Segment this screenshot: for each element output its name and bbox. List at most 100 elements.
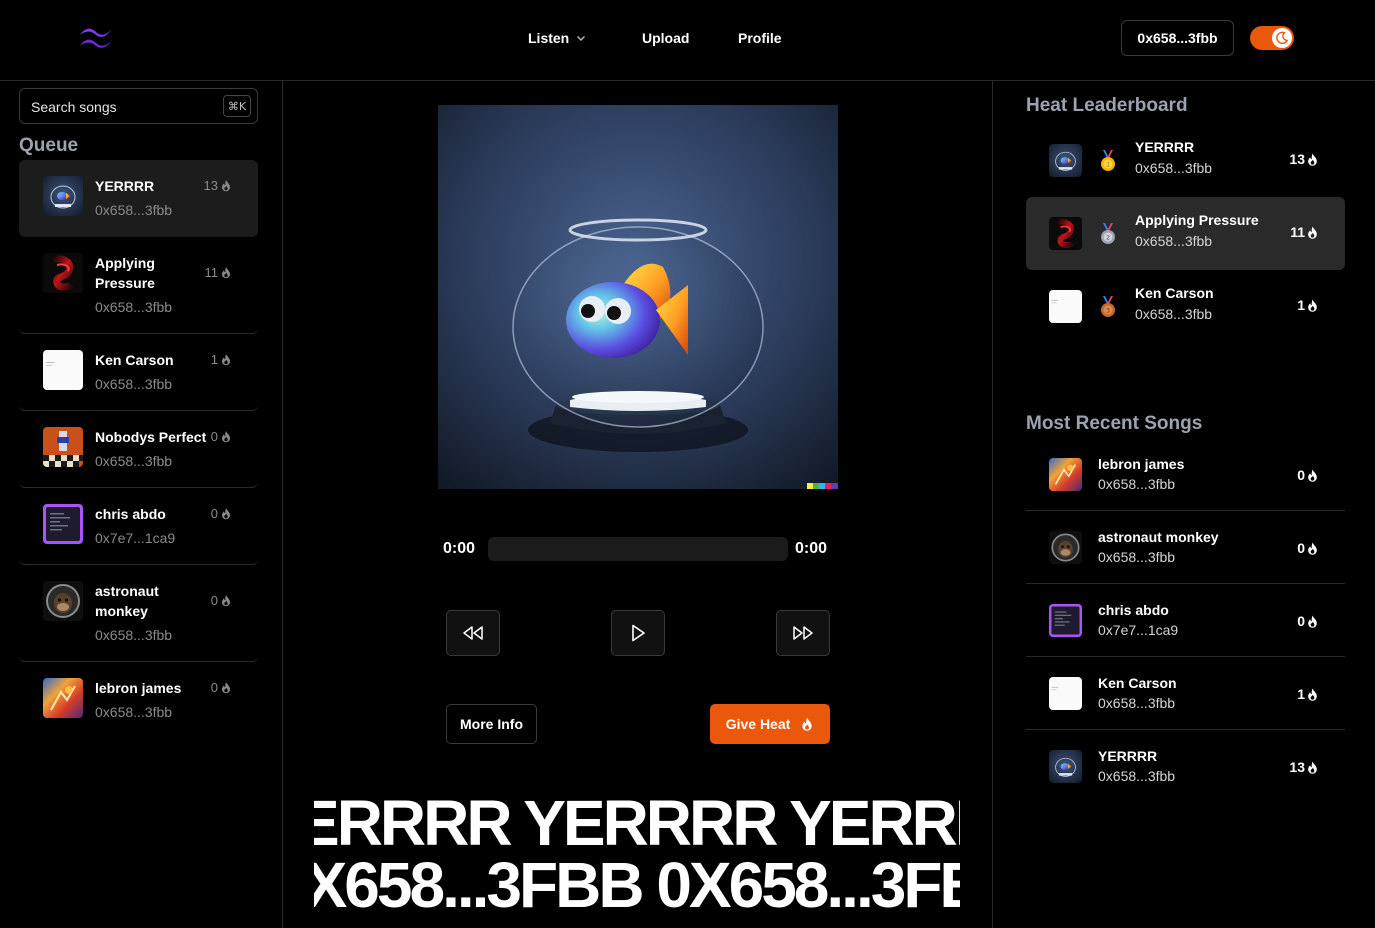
recent-item[interactable]: chris abdo 0x7e7...1ca9 0 [1026,584,1345,657]
queue-item-addr: 0x658...3fbb [95,202,173,218]
recent-item-addr: 0x658...3fbb [1098,549,1176,565]
heat-count: 1 [1297,297,1305,313]
leaderboard-item-addr: 0x658...3fbb [1135,233,1213,249]
more-info-button[interactable]: More Info [446,704,537,744]
queue-item-title: Ken Carson [95,352,174,368]
recent-item-addr: 0x658...3fbb [1098,695,1176,711]
recent-item-heat: 13 [1289,759,1319,775]
song-art-fishbowl [1049,750,1082,783]
nav-profile[interactable]: Profile [738,29,782,47]
svg-text:3: 3 [1106,308,1110,315]
recent-heading: Most Recent Songs [1026,413,1203,434]
play-button[interactable] [611,610,665,656]
recent-item-addr: 0x658...3fbb [1098,476,1176,492]
song-art-white [43,350,83,390]
leaderboard-item-title: YERRRR [1135,139,1195,155]
silver-medal-icon: 2 [1099,223,1117,245]
heat-count: 0 [1297,467,1305,483]
queue-item-addr: 0x658...3fbb [95,453,173,469]
search-input[interactable]: Search songs ⌘K [19,88,258,124]
album-art [438,105,838,489]
leaderboard-list: 1 YERRRR 0x658...3fbb 13 2 Applying Pres… [1026,124,1345,343]
flame-icon [802,717,812,731]
song-art-code [1049,604,1082,637]
queue-item-heat: 0 [211,680,232,695]
recent-item-heat: 1 [1297,686,1319,702]
heat-count: 13 [203,178,218,193]
recent-item-title: lebron james [1098,456,1185,472]
song-art-monkey [43,581,83,621]
queue-item-heat: 0 [211,429,232,444]
progress-bar[interactable] [488,537,788,561]
search-shortcut: ⌘K [223,95,251,117]
recent-item[interactable]: Ken Carson 0x658...3fbb 1 [1026,657,1345,730]
recent-item-title: Ken Carson [1098,675,1177,691]
search-placeholder: Search songs [31,99,117,115]
flame-icon [1308,226,1317,239]
flame-icon [222,431,230,443]
recent-item[interactable]: lebron james 0x658...3fbb 0 [1026,438,1345,511]
flame-icon [1308,688,1317,701]
recent-item[interactable]: YERRRR 0x658...3fbb 13 [1026,730,1345,803]
wallet-button[interactable]: 0x658...3fbb [1121,20,1234,56]
nav-upload[interactable]: Upload [642,29,689,47]
queue-item-title: chris abdo [95,506,166,522]
give-heat-button[interactable]: Give Heat [710,704,830,744]
bronze-medal-icon: 3 [1099,296,1117,318]
song-marquee: ERRRR YERRRR YERRRR 0X658...3FBB 0X658..… [314,781,960,928]
queue-item[interactable]: chris abdo 0x7e7...1ca9 0 [19,488,258,565]
queue-item[interactable]: Nobodys Perfect 0x658...3fbb 0 [19,411,258,488]
svg-text:2: 2 [1106,235,1110,242]
queue-item[interactable]: Applying Pressure 0x658...3fbb 11 [19,237,258,334]
leaderboard-item[interactable]: 3 Ken Carson 0x658...3fbb 1 [1026,270,1345,343]
nav-listen[interactable]: Listen [528,29,587,47]
flame-icon [222,267,230,279]
moon-icon [1272,28,1292,48]
flame-icon [1308,153,1317,166]
queue-item[interactable]: Ken Carson 0x658...3fbb 1 [19,334,258,411]
recent-item-title: YERRRR [1098,748,1158,764]
fast-forward-button[interactable] [776,610,830,656]
recent-item-title: chris abdo [1098,602,1169,618]
queue-list: YERRRR 0x658...3fbb 13 Applying Pressure … [19,160,258,739]
leaderboard-item-title: Applying Pressure [1135,212,1259,228]
leaderboard-item-heat: 13 [1289,151,1319,167]
theme-toggle[interactable] [1250,26,1294,50]
rewind-button[interactable] [446,610,500,656]
queue-item-title-l1: astronaut [95,583,159,599]
queue-item-heat: 0 [211,593,232,608]
leaderboard-item-addr: 0x658...3fbb [1135,306,1213,322]
queue-item-addr: 0x658...3fbb [95,627,173,643]
song-art-chess [43,427,83,467]
queue-item-title: lebron james [95,680,182,696]
recent-item-heat: 0 [1297,540,1319,556]
song-art-colorful [43,678,83,718]
song-art-red [43,253,83,293]
recent-item-addr: 0x7e7...1ca9 [1098,622,1179,638]
heat-count: 13 [1289,151,1305,167]
song-art-fishbowl [1049,144,1082,177]
queue-item[interactable]: astronaut monkey 0x658...3fbb 0 [19,565,258,662]
queue-item-addr: 0x658...3fbb [95,704,173,720]
recent-item[interactable]: astronaut monkey 0x658...3fbb 0 [1026,511,1345,584]
leaderboard-heading: Heat Leaderboard [1026,95,1188,116]
leaderboard-item-heat: 1 [1297,297,1319,313]
right-sidebar: Heat Leaderboard 1 YERRRR 0x658...3fbb 1… [992,81,1375,928]
flame-icon [222,682,230,694]
leaderboard-item[interactable]: 2 Applying Pressure 0x658...3fbb 11 [1026,197,1345,270]
top-navbar: Listen Upload Profile 0x658...3fbb [0,0,1375,81]
queue-item[interactable]: YERRRR 0x658...3fbb 13 [19,160,258,237]
logo-icon[interactable] [78,26,114,50]
song-art-white [1049,677,1082,710]
gold-medal-icon: 1 [1099,150,1117,172]
heat-count: 0 [210,680,218,695]
song-art-code [43,504,83,544]
song-art-fishbowl [43,176,83,216]
queue-item-heat: 13 [204,178,232,193]
leaderboard-item-addr: 0x658...3fbb [1135,160,1213,176]
leaderboard-item[interactable]: 1 YERRRR 0x658...3fbb 13 [1026,124,1345,197]
flame-icon [1308,761,1317,774]
queue-item-title: Nobodys Perfect [95,429,207,445]
queue-item[interactable]: lebron james 0x658...3fbb 0 [19,662,258,739]
leaderboard-item-title: Ken Carson [1135,285,1214,301]
